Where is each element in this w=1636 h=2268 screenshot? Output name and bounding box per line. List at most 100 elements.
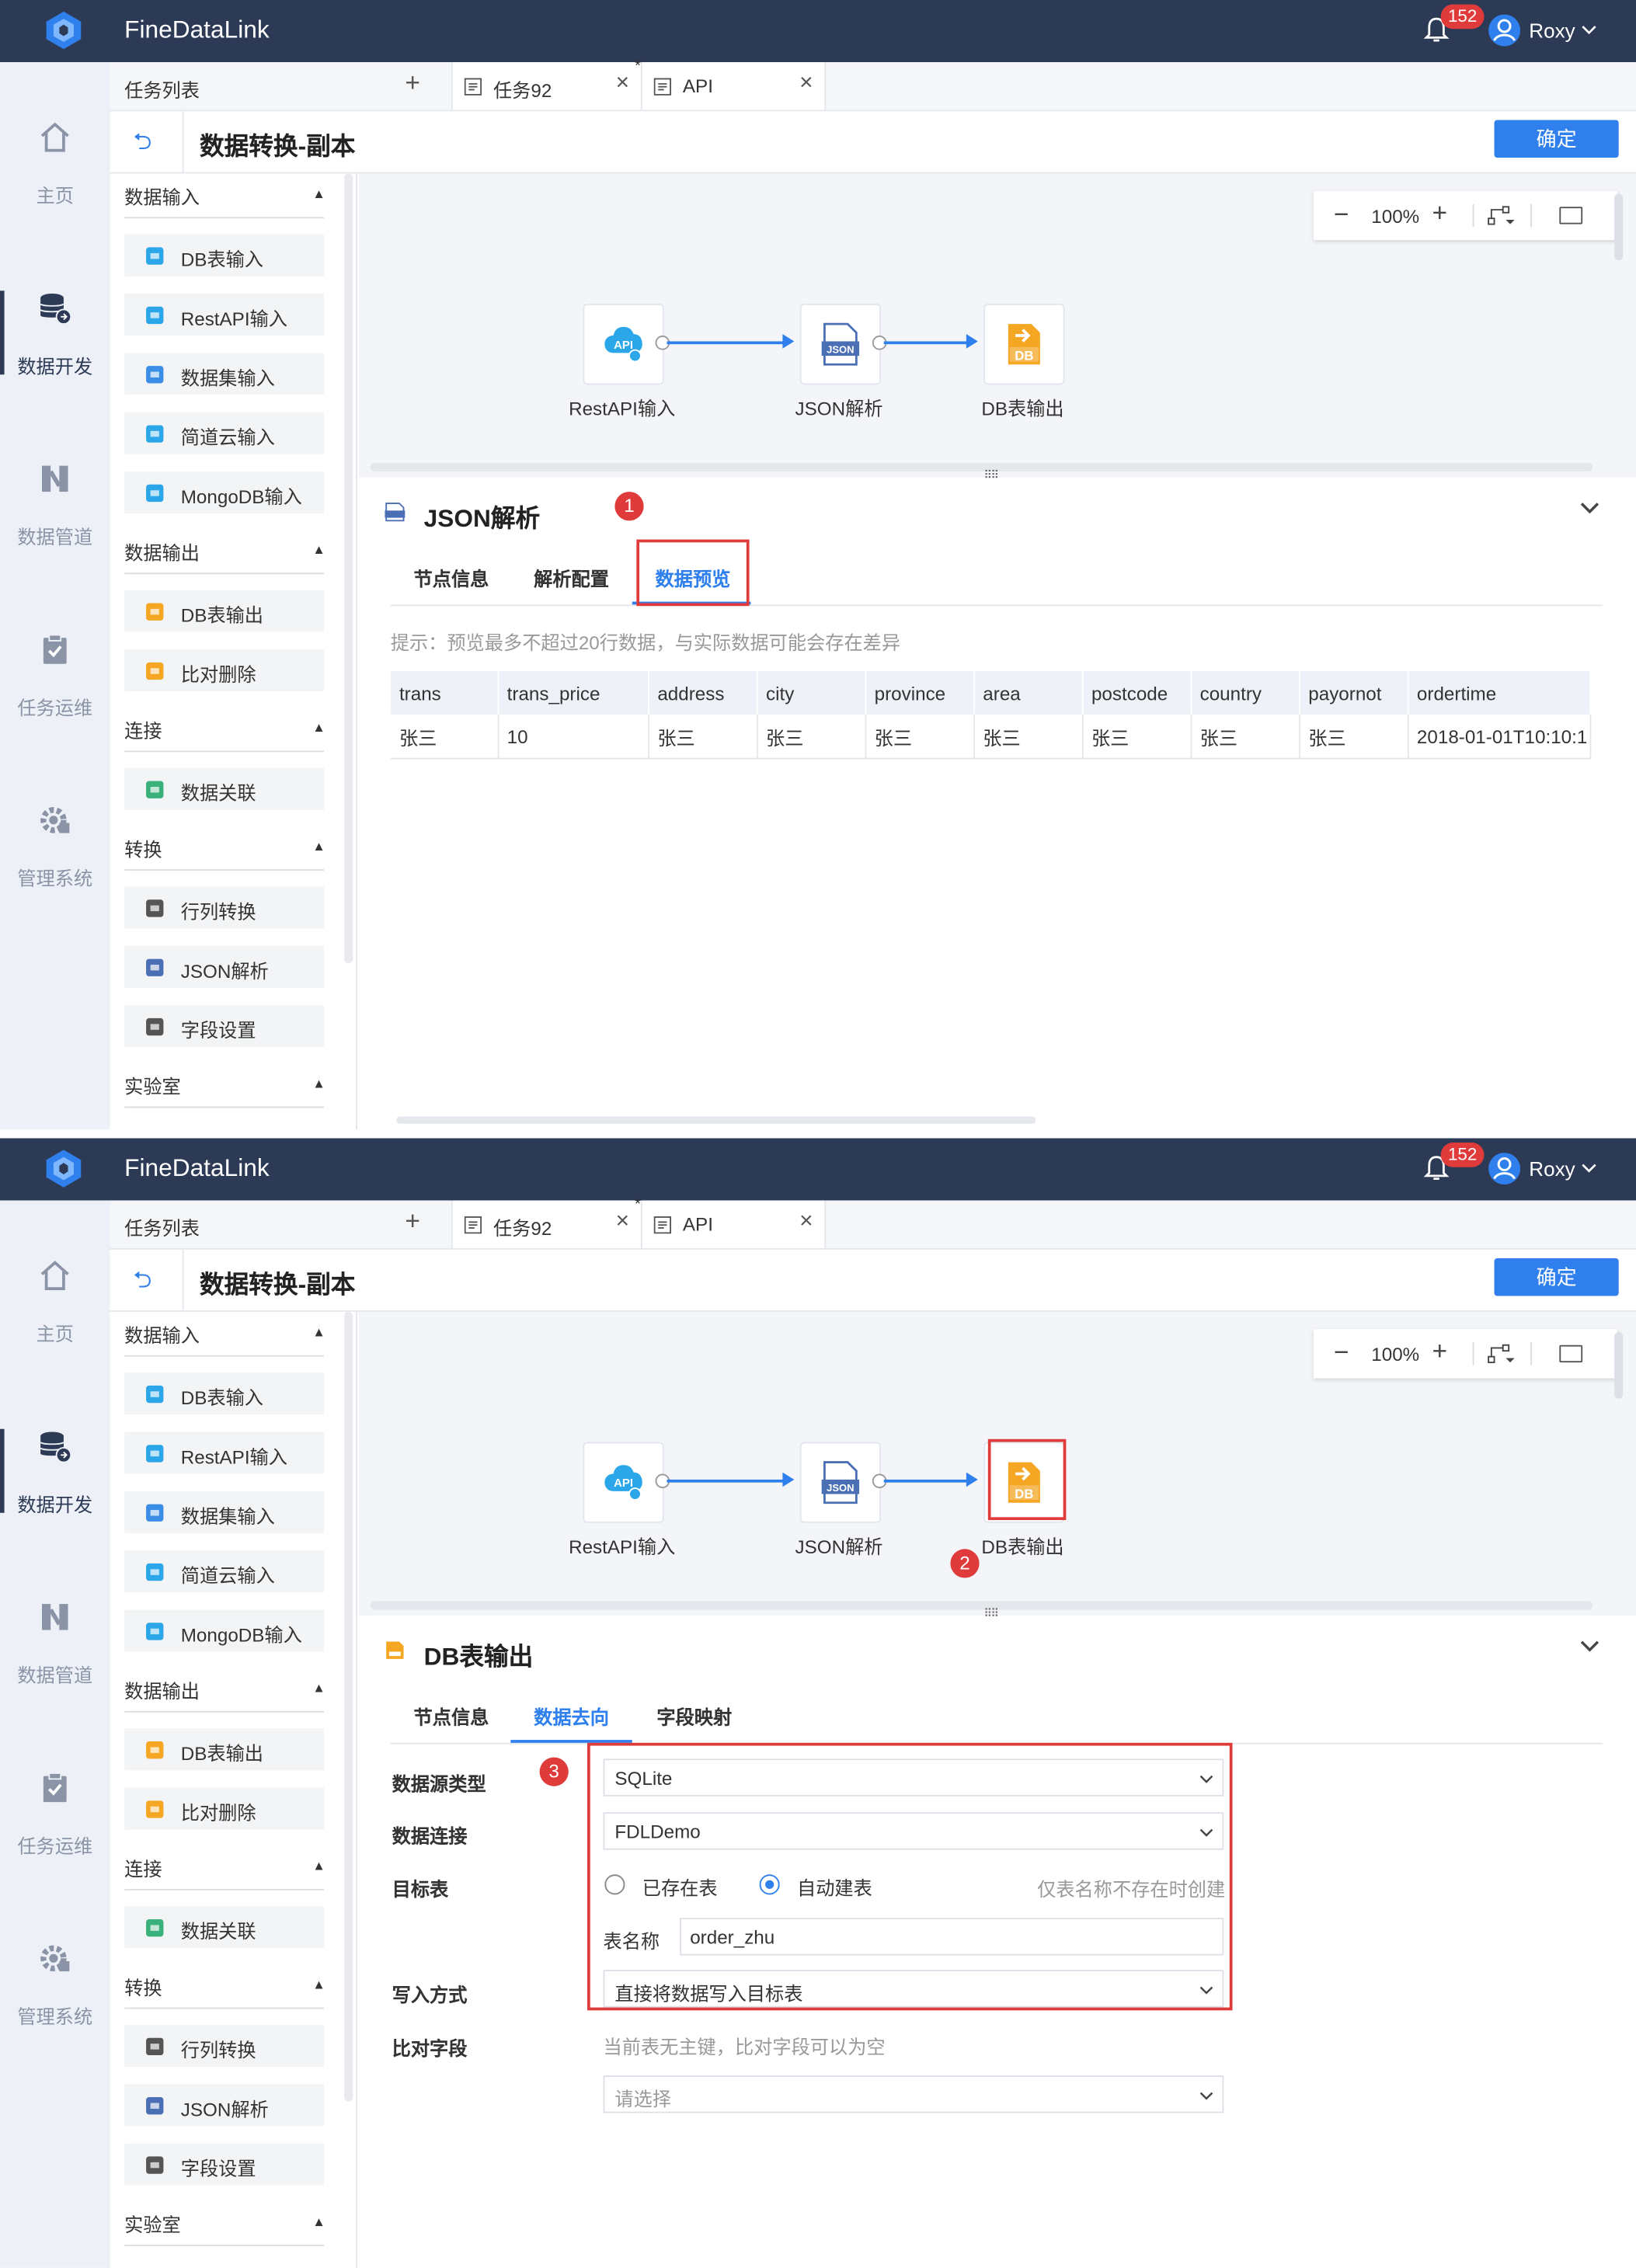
palette-item[interactable]: JSON解析	[124, 2084, 325, 2127]
palette-item[interactable]: 字段设置	[124, 2143, 325, 2186]
back-icon[interactable]: ⮌	[133, 1264, 151, 1303]
user-name[interactable]: Roxy	[1529, 19, 1575, 42]
column-header[interactable]: address	[648, 671, 757, 715]
column-header[interactable]: postcode	[1081, 671, 1192, 715]
nav-item[interactable]: 数据管道	[0, 1599, 110, 1770]
zoom-in-button[interactable]: +	[1432, 1337, 1447, 1367]
palette-scrollbar[interactable]	[344, 173, 353, 964]
close-tab-icon[interactable]: ×	[616, 71, 629, 97]
keyboard-icon[interactable]	[1559, 1344, 1583, 1363]
collapse-triangle-icon[interactable]: ▲	[312, 186, 325, 201]
zoom-in-button[interactable]: +	[1432, 198, 1447, 228]
confirm-button[interactable]: 确定	[1494, 1258, 1619, 1296]
panel-tab[interactable]: 字段映射	[656, 1703, 732, 1730]
nav-item[interactable]: 主页	[0, 120, 110, 291]
collapse-triangle-icon[interactable]: ▲	[312, 1681, 325, 1696]
confirm-button[interactable]: 确定	[1494, 120, 1619, 158]
palette-item[interactable]: RestAPI输入	[124, 294, 325, 336]
select-placeholder: 请选择	[614, 2088, 672, 2110]
task-tab[interactable]: API ×	[640, 1200, 827, 1248]
flow-node[interactable]: JSON	[799, 304, 882, 385]
nav-item[interactable]: 任务运维	[0, 632, 110, 803]
flow-node[interactable]: API	[583, 1442, 664, 1523]
column-header[interactable]: city	[756, 671, 866, 715]
close-tab-icon[interactable]: ×	[616, 1209, 629, 1236]
nav-item[interactable]: 任务运维	[0, 1770, 110, 1941]
zoom-out-button[interactable]: −	[1334, 1337, 1349, 1368]
panel-tab[interactable]: 节点信息	[414, 1703, 489, 1730]
collapse-triangle-icon[interactable]: ▲	[312, 2214, 325, 2229]
palette-item[interactable]: DB表输出	[124, 590, 325, 632]
palette-item[interactable]: DB表输出	[124, 1728, 325, 1771]
flow-node[interactable]: JSON	[799, 1442, 882, 1523]
collapse-triangle-icon[interactable]: ▲	[312, 720, 325, 735]
task-tab[interactable]: API ×	[640, 62, 827, 110]
task-list-label[interactable]: 任务列表	[124, 1213, 200, 1240]
palette-item[interactable]: DB表输入	[124, 234, 325, 277]
flow-edge	[667, 1479, 786, 1483]
palette-item[interactable]: MongoDB输入	[124, 471, 325, 514]
pipeline-icon	[37, 1599, 72, 1634]
nav-item[interactable]: 数据开发	[0, 1428, 110, 1600]
palette-item[interactable]: 数据关联	[124, 767, 325, 810]
palette-item-label: 字段设置	[180, 1019, 256, 1042]
palette-item[interactable]: 比对删除	[124, 649, 325, 692]
nav-item[interactable]: 主页	[0, 1258, 110, 1429]
column-header[interactable]: trans	[390, 671, 499, 715]
collapse-triangle-icon[interactable]: ▲	[312, 542, 325, 557]
column-header[interactable]: trans_price	[497, 671, 649, 715]
collapse-triangle-icon[interactable]: ▲	[312, 839, 325, 854]
canvas-horizontal-scrollbar[interactable]	[370, 462, 1593, 472]
user-name[interactable]: Roxy	[1529, 1157, 1575, 1181]
collapse-triangle-icon[interactable]: ▲	[312, 1325, 325, 1340]
nav-item[interactable]: 管理系统	[0, 802, 110, 973]
panel-horizontal-scrollbar[interactable]	[396, 1116, 1036, 1124]
section-divider	[124, 1710, 325, 1713]
flow-node[interactable]: API	[583, 304, 664, 385]
back-icon[interactable]: ⮌	[133, 126, 151, 165]
task-list-label[interactable]: 任务列表	[124, 75, 200, 103]
canvas-horizontal-scrollbar[interactable]	[370, 1601, 1593, 1610]
palette-item[interactable]: 数据集输入	[124, 1491, 325, 1533]
palette-item[interactable]: 数据关联	[124, 1906, 325, 1949]
palette-item[interactable]: 简道云输入	[124, 1550, 325, 1593]
palette-item[interactable]: 简道云输入	[124, 412, 325, 454]
add-task-button[interactable]: +	[405, 68, 420, 99]
palette-item[interactable]: 数据集输入	[124, 353, 325, 395]
column-header[interactable]: area	[973, 671, 1083, 715]
task-tab[interactable]: 任务92 × *	[451, 57, 642, 110]
palette-scrollbar[interactable]	[344, 1311, 353, 2102]
panel-tab[interactable]: 数据去向	[534, 1703, 609, 1730]
nav-item[interactable]: 数据开发	[0, 290, 110, 461]
flow-node[interactable]: DB	[983, 304, 1065, 385]
column-header[interactable]: ordertime	[1407, 671, 1591, 715]
nav-item[interactable]: 数据管道	[0, 461, 110, 632]
palette-item[interactable]: 比对删除	[124, 1787, 325, 1830]
panel-tab[interactable]: 节点信息	[414, 564, 489, 591]
palette-item[interactable]: DB表输入	[124, 1372, 325, 1415]
palette-item[interactable]: MongoDB输入	[124, 1609, 325, 1652]
collapse-triangle-icon[interactable]: ▲	[312, 1977, 325, 1991]
close-tab-icon[interactable]: ×	[799, 71, 813, 97]
zoom-out-button[interactable]: −	[1334, 200, 1349, 230]
panel-tab[interactable]: 解析配置	[534, 564, 609, 591]
collapse-triangle-icon[interactable]: ▲	[312, 1859, 325, 1873]
palette-item[interactable]: 行列转换	[124, 2024, 325, 2067]
add-task-button[interactable]: +	[405, 1206, 420, 1237]
palette-item[interactable]: JSON解析	[124, 945, 325, 988]
canvas-vertical-scrollbar[interactable]	[1614, 1331, 1624, 1399]
canvas-vertical-scrollbar[interactable]	[1614, 193, 1624, 261]
nav-item[interactable]: 管理系统	[0, 1941, 110, 2112]
nav-item-label: 主页	[36, 185, 74, 207]
column-header[interactable]: province	[865, 671, 975, 715]
collapse-triangle-icon[interactable]: ▲	[312, 1076, 325, 1091]
column-header[interactable]: payornot	[1299, 671, 1408, 715]
palette-item[interactable]: 行列转换	[124, 886, 325, 929]
palette-item[interactable]: 字段设置	[124, 1005, 325, 1048]
task-tab[interactable]: 任务92 × *	[451, 1196, 642, 1248]
close-tab-icon[interactable]: ×	[799, 1209, 813, 1236]
palette-item[interactable]: RestAPI输入	[124, 1431, 325, 1474]
compare-field-select[interactable]: 请选择	[603, 2075, 1224, 2113]
column-header[interactable]: country	[1190, 671, 1300, 715]
keyboard-icon[interactable]	[1559, 207, 1583, 224]
